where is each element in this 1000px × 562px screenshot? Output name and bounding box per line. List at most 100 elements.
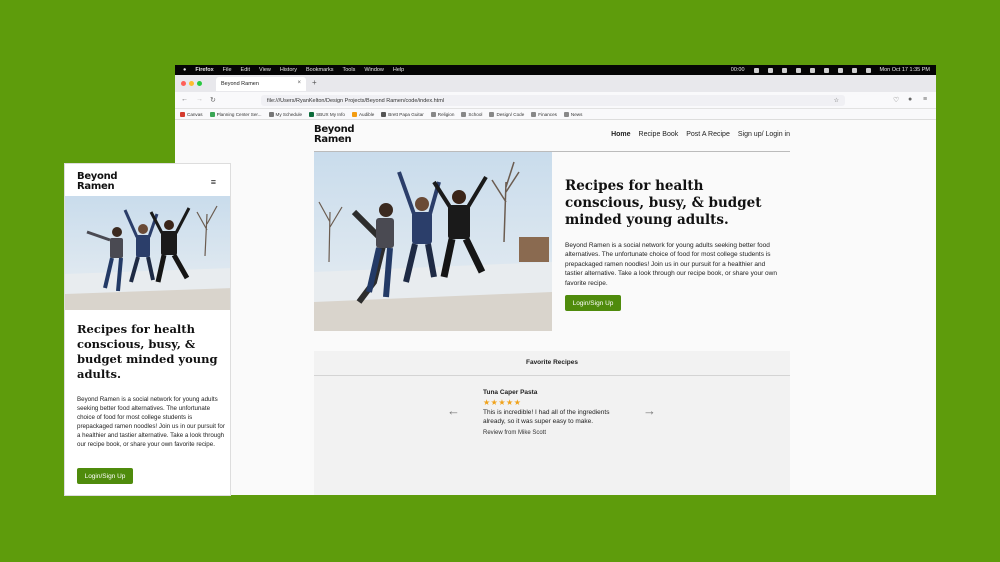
bookmark-icon [381, 111, 387, 117]
minimize-window-icon[interactable] [189, 81, 194, 86]
tab-bar: Beyond Ramen × + [175, 75, 936, 92]
bookmark-audible[interactable]: Audible [351, 111, 375, 117]
nav-post-recipe[interactable]: Post A Recipe [686, 131, 730, 138]
logo-line: Ramen [314, 133, 352, 145]
desktop-screen: ● Firefox File Edit View History Bookmar… [175, 65, 936, 495]
bookmark-sbux[interactable]: SBUX My Info [309, 111, 345, 117]
address-bar[interactable]: file:///Users/RyanKelton/Design Projects… [261, 95, 845, 106]
bookmarks-bar: Canvas Planning Center Ser... My Schedul… [175, 109, 936, 120]
control-center-icon[interactable] [865, 67, 871, 73]
mobile-login-signup-button[interactable]: Login/Sign Up [77, 468, 133, 484]
status-icon[interactable] [809, 67, 815, 73]
menubar-timer[interactable]: 00:00 [731, 67, 745, 73]
review-text: This is incredible! I had all of the ing… [483, 409, 610, 426]
bookmark-icon [351, 111, 357, 117]
bookmark-folder-news[interactable]: News [563, 111, 583, 117]
mobile-hero-description: Beyond Ramen is a social network for you… [77, 396, 225, 448]
mobile-logo[interactable]: Beyond Ramen [77, 172, 118, 192]
menu-file[interactable]: File [223, 67, 232, 73]
bookmark-folder-school[interactable]: School [461, 111, 483, 117]
bookmark-label: Religion [437, 111, 455, 117]
hamburger-menu-icon[interactable]: ≡ [211, 177, 216, 187]
zoom-window-icon[interactable] [197, 81, 202, 86]
status-icon[interactable] [753, 67, 759, 73]
close-window-icon[interactable] [181, 81, 186, 86]
login-signup-button[interactable]: Login/Sign Up [565, 295, 621, 311]
battery-icon[interactable] [823, 67, 829, 73]
mobile-mockup: Beyond Ramen ≡ Recipes for health consci… [64, 163, 231, 496]
bookmark-label: Audible [358, 111, 375, 117]
nav-recipe-book[interactable]: Recipe Book [639, 131, 679, 138]
bookmark-folder-religion[interactable]: Religion [430, 111, 455, 117]
recipe-review-card: Tuna Caper Pasta ★★★★★ This is incredibl… [483, 389, 623, 436]
menu-tools[interactable]: Tools [343, 67, 356, 73]
back-icon[interactable]: ← [181, 96, 188, 103]
menu-history[interactable]: History [280, 67, 297, 73]
pocket-icon[interactable]: ♡ [893, 96, 899, 104]
menu-view[interactable]: View [259, 67, 271, 73]
close-tab-icon[interactable]: × [297, 80, 301, 86]
reload-icon[interactable]: ↻ [210, 96, 216, 104]
menu-help[interactable]: Help [393, 67, 404, 73]
carousel-prev-icon[interactable]: ← [447, 403, 460, 418]
bookmark-planning-center[interactable]: Planning Center Ser... [209, 111, 262, 117]
site-nav: Home Recipe Book Post A Recipe Sign up/ … [611, 131, 790, 138]
star-rating: ★★★★★ [483, 398, 522, 407]
favorite-recipes-section: Favorite Recipes ← Tuna Caper Pasta ★★★★… [314, 351, 790, 495]
menubar-app-name[interactable]: Firefox [195, 67, 213, 73]
mobile-hero-photo [65, 196, 230, 310]
site-logo[interactable]: Beyond Ramen [314, 125, 355, 145]
menu-icon[interactable]: ≡ [923, 96, 927, 103]
status-icon[interactable] [767, 67, 773, 73]
menubar-clock[interactable]: Mon Oct 17 1:35 PM [880, 67, 930, 73]
favorites-divider [314, 375, 790, 376]
wifi-icon[interactable] [837, 67, 843, 73]
folder-icon [461, 111, 467, 117]
mobile-hero-title: Recipes for health conscious, busy, & bu… [77, 322, 218, 381]
bookmark-folder-design[interactable]: Design/ Code [489, 111, 525, 117]
recipe-name[interactable]: Tuna Caper Pasta [483, 389, 623, 396]
search-icon[interactable] [851, 67, 857, 73]
firefox-window: Beyond Ramen × + ← → ↻ file:///Users/Rya… [175, 75, 936, 495]
bookmark-label: News [570, 111, 583, 117]
bookmark-my-schedule[interactable]: My Schedule [268, 111, 303, 117]
menu-window[interactable]: Window [364, 67, 384, 73]
folder-icon [563, 111, 569, 117]
status-icon[interactable] [795, 67, 801, 73]
window-controls [181, 81, 202, 86]
bookmark-guitar[interactable]: Brett Papa Guitar [381, 111, 424, 117]
review-author: Review from Mike Scott [483, 429, 547, 436]
bookmark-canvas[interactable]: Canvas [180, 111, 203, 117]
menu-bookmarks[interactable]: Bookmarks [306, 67, 334, 73]
mac-menubar: ● Firefox File Edit View History Bookmar… [175, 65, 936, 75]
webpage: Beyond Ramen Home Recipe Book Post A Rec… [175, 121, 936, 495]
bookmark-label: Planning Center Ser... [216, 111, 262, 117]
bookmark-folder-finances[interactable]: Finances [531, 111, 557, 117]
status-icon[interactable] [781, 67, 787, 73]
bookmark-icon [309, 111, 315, 117]
forward-icon[interactable]: → [196, 96, 203, 103]
folder-icon [489, 111, 495, 117]
hero-photo [314, 152, 552, 331]
new-tab-icon[interactable]: + [312, 78, 317, 87]
bookmark-icon [180, 111, 185, 117]
navigation-bar: ← → ↻ file:///Users/RyanKelton/Design Pr… [175, 92, 936, 109]
bookmark-label: SBUX My Info [316, 111, 345, 117]
hero-title: Recipes for health conscious, busy, & bu… [565, 178, 762, 228]
bookmark-star-icon[interactable]: ☆ [834, 97, 839, 104]
bookmark-label: School [468, 111, 483, 117]
bookmark-label: Finances [538, 111, 557, 117]
menu-edit[interactable]: Edit [241, 67, 250, 73]
nav-home[interactable]: Home [611, 131, 630, 138]
bookmark-icon [268, 111, 274, 117]
apple-icon[interactable]: ● [183, 67, 186, 73]
carousel-next-icon[interactable]: → [643, 403, 656, 418]
url-text: file:///Users/RyanKelton/Design Projects… [267, 98, 445, 104]
logo-line: Ramen [77, 180, 115, 192]
bookmark-label: My Schedule [275, 111, 303, 117]
browser-tab[interactable]: Beyond Ramen × [216, 77, 306, 91]
bookmark-label: Design/ Code [496, 111, 525, 117]
nav-signup-login[interactable]: Sign up/ Login in [738, 131, 790, 138]
folder-icon [531, 111, 537, 117]
account-icon[interactable]: ● [908, 96, 912, 103]
